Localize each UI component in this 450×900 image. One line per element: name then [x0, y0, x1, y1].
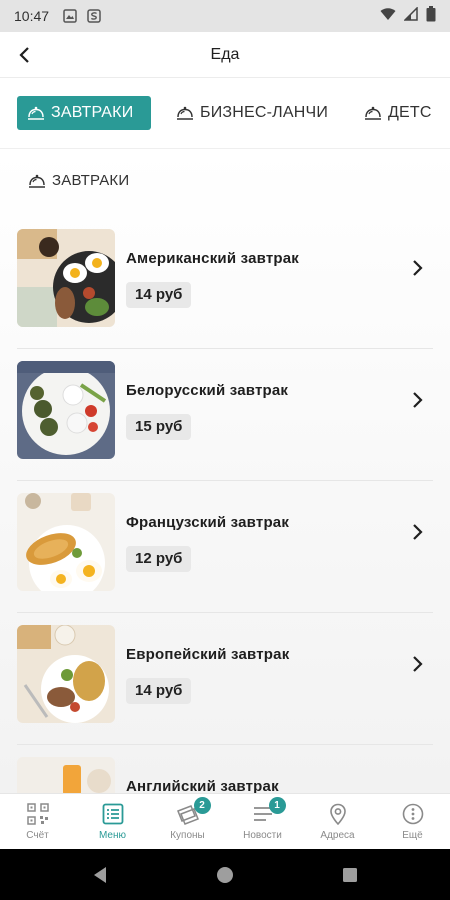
nav-menu[interactable]: Меню [75, 794, 150, 849]
dish-photo [17, 229, 115, 327]
nav-label: Счёт [26, 830, 49, 841]
item-name: Белорусский завтрак [126, 382, 289, 399]
price-badge: 12 руб [126, 546, 192, 572]
cell-signal-icon [403, 5, 418, 26]
nav-label: Купоны [170, 830, 205, 841]
chevron-right-icon [404, 519, 430, 545]
item-name: Американский завтрак [126, 250, 300, 267]
tab-business-lunches[interactable]: БИЗНЕС-ЛАНЧИ [166, 96, 338, 130]
list-item[interactable]: Европейский завтрак 14 руб [0, 613, 450, 745]
dish-photo [17, 757, 115, 793]
tab-breakfasts[interactable]: ЗАВТРАКИ [17, 96, 151, 130]
s-app-notification-icon [87, 9, 101, 23]
chevron-right-icon [404, 387, 430, 413]
system-back-icon[interactable] [88, 863, 112, 887]
tab-kids[interactable]: ДЕТС [354, 96, 442, 130]
price-badge: 15 руб [126, 414, 192, 440]
system-navigation-bar [0, 849, 450, 900]
news-badge: 1 [268, 797, 286, 814]
list-item[interactable]: Белорусский завтрак 15 руб [0, 349, 450, 481]
nav-label: Ещё [402, 830, 423, 841]
section-heading: ЗАВТРАКИ [28, 172, 129, 189]
chevron-right-icon [404, 651, 430, 677]
coupons-badge: 2 [193, 797, 211, 814]
dish-photo [17, 493, 115, 591]
system-home-icon[interactable] [213, 863, 237, 887]
status-bar: 10:47 [0, 0, 450, 32]
wifi-icon [380, 7, 396, 26]
photo-notification-icon [63, 9, 77, 23]
app-bar: Еда [0, 32, 450, 78]
battery-icon [426, 5, 436, 27]
price-badge: 14 руб [126, 678, 192, 704]
item-name: Французский завтрак [126, 514, 290, 531]
dish-photo [17, 361, 115, 459]
page-title: Еда [210, 46, 240, 63]
list-item[interactable]: Французский завтрак 12 руб [0, 481, 450, 613]
nav-more[interactable]: Ещё [375, 794, 450, 849]
menu-list-icon [100, 801, 126, 827]
cloche-icon [27, 105, 45, 121]
tab-label: ЗАВТРАКИ [51, 104, 134, 121]
qr-code-icon [25, 801, 51, 827]
nav-label: Адреса [320, 830, 355, 841]
coupons-icon: 2 [175, 797, 211, 827]
nav-news[interactable]: 1 Новости [225, 794, 300, 849]
nav-label: Новости [243, 830, 282, 841]
item-name: Европейский завтрак [126, 646, 290, 663]
tab-label: ДЕТС [388, 104, 432, 121]
dish-photo [17, 625, 115, 723]
list-item[interactable]: Американский завтрак 14 руб [0, 217, 450, 349]
item-name: Английский завтрак [126, 778, 279, 793]
section-heading-label: ЗАВТРАКИ [52, 172, 130, 189]
location-pin-icon [325, 801, 351, 827]
list-item[interactable]: Английский завтрак [0, 745, 450, 793]
nav-coupons[interactable]: 2 Купоны [150, 794, 225, 849]
chevron-right-icon [404, 255, 430, 281]
cloche-icon [28, 173, 46, 189]
tab-label: БИЗНЕС-ЛАНЧИ [200, 104, 329, 121]
more-icon [400, 801, 426, 827]
nav-bill[interactable]: Счёт [0, 794, 75, 849]
bottom-navigation: Счёт Меню 2 Купоны 1 Новости Адреса Ещё [0, 793, 450, 849]
status-time: 10:47 [14, 8, 50, 24]
nav-label: Меню [98, 830, 127, 841]
system-recents-icon[interactable] [338, 863, 362, 887]
cloche-icon [364, 105, 382, 121]
price-badge: 14 руб [126, 282, 192, 308]
menu-list: ЗАВТРАКИ Американский завтрак 14 руб Бел… [0, 150, 450, 793]
cloche-icon [176, 105, 194, 121]
category-tabs: ЗАВТРАКИ БИЗНЕС-ЛАНЧИ ДЕТС [0, 79, 450, 149]
nav-addresses[interactable]: Адреса [300, 794, 375, 849]
news-icon: 1 [250, 797, 286, 827]
